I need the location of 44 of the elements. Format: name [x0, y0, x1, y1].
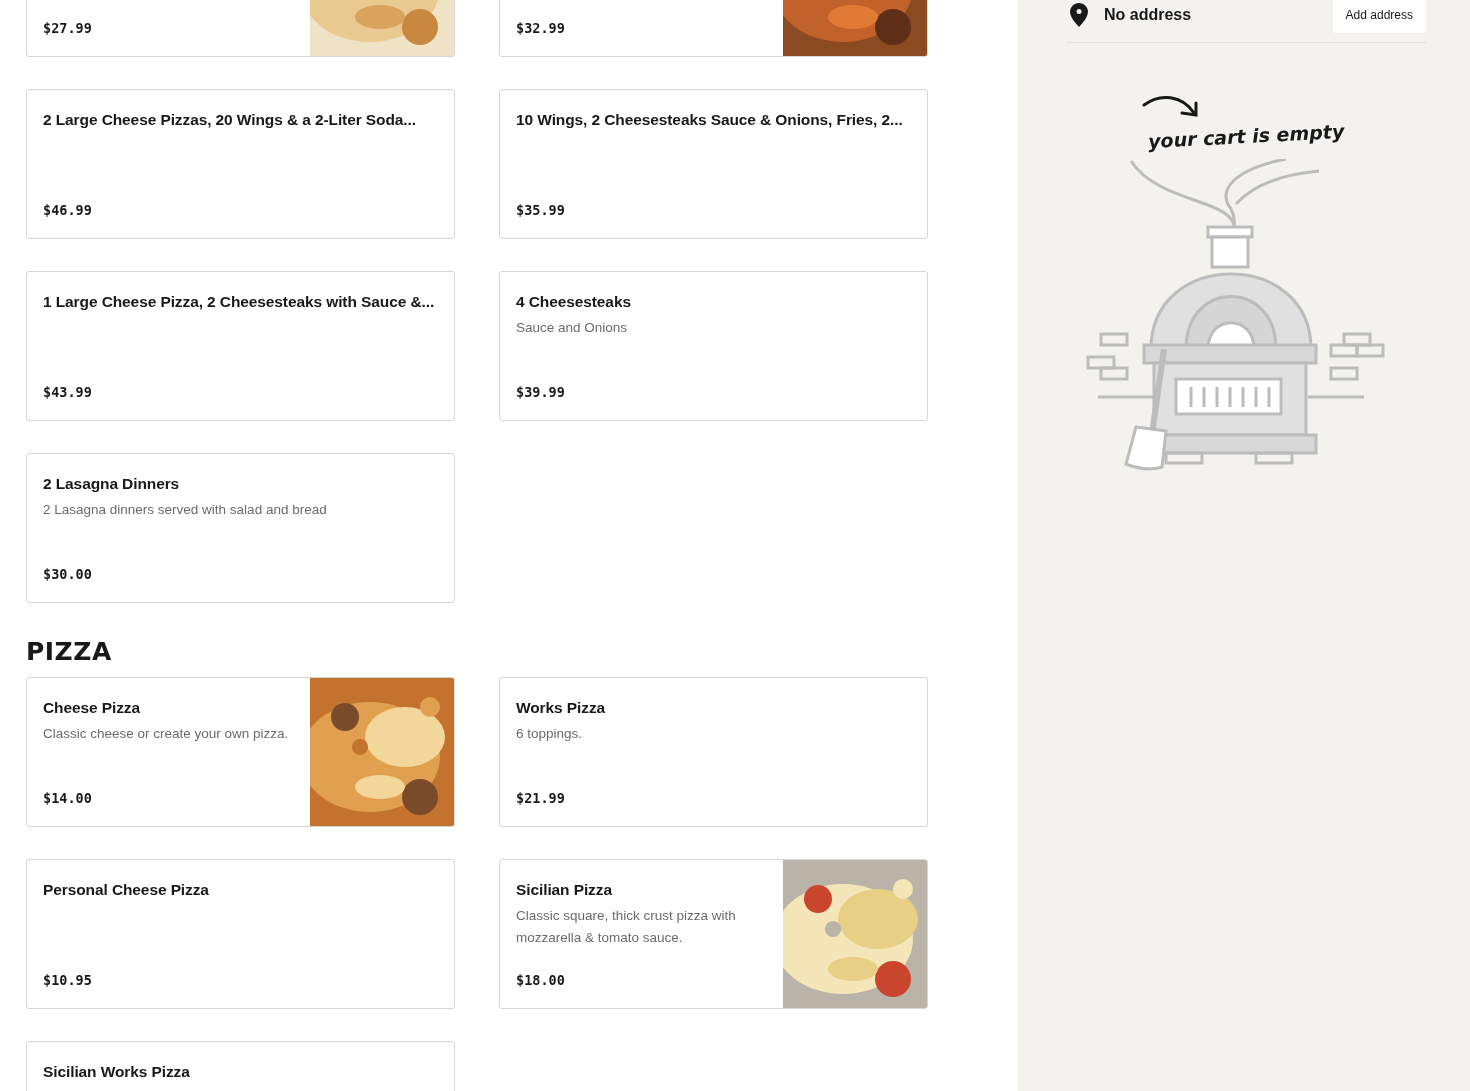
item-price: $35.99 [516, 201, 566, 220]
item-description: Sauce and Onions [516, 319, 629, 337]
item-description: Classic square, thick crust pizza with mozzarella & tomato sauce. [516, 907, 737, 947]
item-price: $21.99 [516, 789, 566, 808]
menu-item-card[interactable]: 4 Cheesesteaks Sauce and Onions $39.99 [499, 271, 928, 421]
section-heading: PIZZA [26, 639, 113, 664]
menu-item-card[interactable]: $32.99 [499, 0, 928, 57]
address-text: No address [1104, 6, 1193, 24]
add-address-button[interactable]: Add address [1332, 0, 1426, 33]
item-name: 4 Cheesesteaks [516, 292, 632, 312]
item-name: Personal Cheese Pizza [43, 880, 210, 900]
item-price: $30.00 [43, 565, 93, 584]
item-price: $27.99 [43, 19, 93, 38]
item-description: 6 toppings. [516, 725, 584, 743]
empty-cart-message: your cart is empty [1147, 119, 1345, 153]
item-description: Classic cheese or create your own pizza. [43, 725, 290, 743]
item-name: Sicilian Works Pizza [43, 1062, 191, 1082]
item-name: 2 Large Cheese Pizzas, 20 Wings & a 2-Liter Soda... [43, 110, 417, 130]
item-price: $32.99 [516, 19, 566, 38]
menu-item-card[interactable]: 10 Wings, 2 Cheesesteaks Sauce & Onions, Fries, 2... $35.99 [499, 89, 928, 239]
menu-item-card[interactable]: Sicilian Works Pizza [26, 1041, 455, 1091]
menu-item-card[interactable]: Personal Cheese Pizza $10.95 [26, 859, 455, 1009]
menu-item-card[interactable]: 2 Large Cheese Pizzas, 20 Wings & a 2-Liter Soda... $46.99 [26, 89, 455, 239]
item-name: Sicilian Pizza [516, 880, 614, 900]
item-price: $39.99 [516, 383, 566, 402]
item-price: $10.95 [43, 971, 93, 990]
item-price: $14.00 [43, 789, 93, 808]
item-price: $43.99 [43, 383, 93, 402]
curved-arrow-icon [1142, 93, 1200, 117]
menu-item-card[interactable]: 2 Lasagna Dinners 2 Lasagna dinners served with salad and bread $30.00 [26, 453, 455, 603]
item-name: Cheese Pizza [43, 698, 142, 718]
location-pin-icon [1070, 3, 1088, 27]
menu-item-card[interactable]: 1 Large Cheese Pizza, 2 Cheesesteaks with Sauce &... $43.99 [26, 271, 455, 421]
item-name: 10 Wings, 2 Cheesesteaks Sauce & Onions, Fries, 2... [516, 110, 904, 130]
menu-item-card[interactable]: Cheese Pizza Classic cheese or create your own pizza. $14.00 [26, 677, 455, 827]
item-description: 2 Lasagna dinners served with salad and bread [43, 501, 328, 519]
item-name: 2 Lasagna Dinners [43, 474, 181, 494]
item-name: 1 Large Cheese Pizza, 2 Cheesesteaks with Sauce &... [43, 292, 436, 312]
item-name: Works Pizza [516, 698, 607, 718]
item-price: $18.00 [516, 971, 566, 990]
menu-item-card[interactable]: Works Pizza 6 toppings. $21.99 [499, 677, 928, 827]
menu-item-card[interactable]: Sicilian Pizza Classic square, thick crust pizza with mozzarella & tomato sauce. $18.00 [499, 859, 928, 1009]
item-price: $46.99 [43, 201, 93, 220]
menu-item-card[interactable]: $27.99 [26, 0, 455, 57]
